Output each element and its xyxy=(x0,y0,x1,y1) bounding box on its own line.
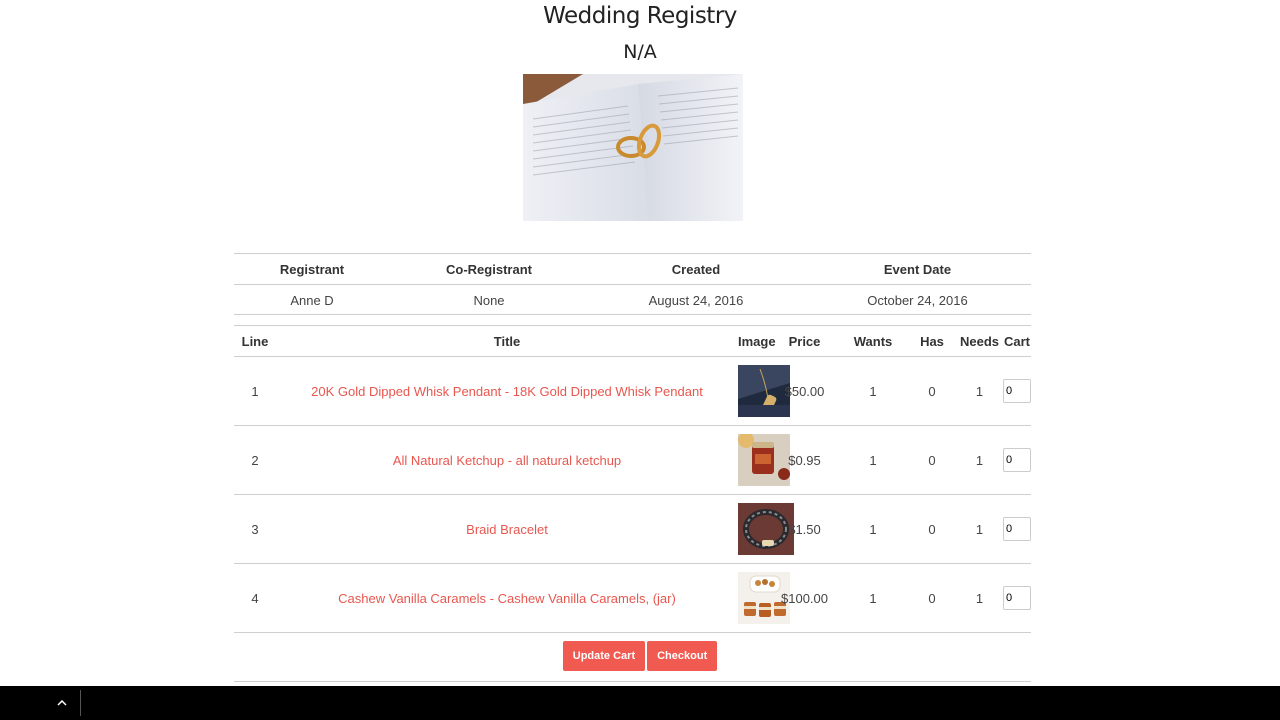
braid-bracelet-photo[interactable] xyxy=(738,503,794,555)
line-number: 1 xyxy=(234,356,276,426)
item-wants: 1 xyxy=(838,494,908,564)
item-title-link[interactable]: Cashew Vanilla Caramels - Cashew Vanilla… xyxy=(338,591,676,606)
item-title-link[interactable]: All Natural Ketchup - all natural ketchu… xyxy=(393,453,621,468)
ketchup-jar-photo[interactable] xyxy=(738,434,790,486)
item-has: 0 xyxy=(908,563,956,633)
cart-quantity-input[interactable] xyxy=(1003,379,1031,403)
page-title: Wedding Registry xyxy=(543,3,737,29)
co-registrant-header: Co-Registrant xyxy=(446,261,532,277)
table-row: 1 20K Gold Dipped Whisk Pendant - 18K Go… xyxy=(234,356,1031,426)
registry-info-table: Registrant Co-Registrant Created Event D… xyxy=(234,254,1031,315)
item-has: 0 xyxy=(908,356,956,426)
item-wants: 1 xyxy=(838,356,908,426)
item-wants: 1 xyxy=(838,425,908,495)
registry-hero-image xyxy=(523,74,743,221)
cart-quantity-input[interactable] xyxy=(1003,448,1031,472)
taskbar-separator xyxy=(80,690,81,716)
created-header: Created xyxy=(671,261,721,277)
cart-actions: Update Cart Checkout xyxy=(0,641,1280,671)
registrant-value: Anne D xyxy=(234,284,390,315)
cart-quantity-input[interactable] xyxy=(1003,586,1031,610)
title-header: Title xyxy=(276,326,738,357)
checkout-button[interactable]: Checkout xyxy=(647,641,718,671)
line-header: Line xyxy=(234,326,276,357)
item-needs: 1 xyxy=(956,356,1003,426)
divider xyxy=(234,314,1031,315)
cart-header: Cart xyxy=(1003,326,1031,357)
wants-header: Wants xyxy=(838,326,908,357)
chevron-up-icon[interactable] xyxy=(44,686,80,720)
update-cart-button[interactable]: Update Cart xyxy=(562,641,646,671)
table-row: 3 Braid Bracelet $1.50 1 0 1 xyxy=(234,494,1031,564)
item-needs: 1 xyxy=(956,425,1003,495)
item-wants: 1 xyxy=(838,563,908,633)
price-header: Price xyxy=(771,326,838,357)
needs-header: Needs xyxy=(956,326,1003,357)
whisk-pendant-photo[interactable] xyxy=(738,365,790,417)
has-header: Has xyxy=(908,326,956,357)
item-has: 0 xyxy=(908,494,956,564)
table-row: 2 All Natural Ketchup - all natural ketc… xyxy=(234,425,1031,495)
event-date-value: October 24, 2016 xyxy=(804,284,1031,315)
event-date-header: Event Date xyxy=(883,261,952,277)
registrant-header: Registrant xyxy=(279,261,345,277)
created-value: August 24, 2016 xyxy=(588,284,804,315)
item-title-link[interactable]: 20K Gold Dipped Whisk Pendant - 18K Gold… xyxy=(311,384,703,399)
item-needs: 1 xyxy=(956,563,1003,633)
registry-page: Wedding Registry N/A Registrant Co-Regis… xyxy=(0,0,1280,686)
item-needs: 1 xyxy=(956,494,1003,564)
page-subtitle: N/A xyxy=(623,41,657,63)
line-number: 2 xyxy=(234,425,276,495)
line-number: 4 xyxy=(234,563,276,633)
line-number: 3 xyxy=(234,494,276,564)
cart-quantity-input[interactable] xyxy=(1003,517,1031,541)
image-header: Image xyxy=(738,326,776,357)
divider xyxy=(234,681,1031,682)
registry-items-table: Line Title Image Price Wants Has Needs C… xyxy=(234,326,1031,633)
item-title-link[interactable]: Braid Bracelet xyxy=(466,522,548,537)
table-row: 4 Cashew Vanilla Caramels - Cashew Vanil… xyxy=(234,563,1031,633)
co-registrant-value: None xyxy=(390,284,588,315)
taskbar xyxy=(0,686,1280,720)
item-has: 0 xyxy=(908,425,956,495)
